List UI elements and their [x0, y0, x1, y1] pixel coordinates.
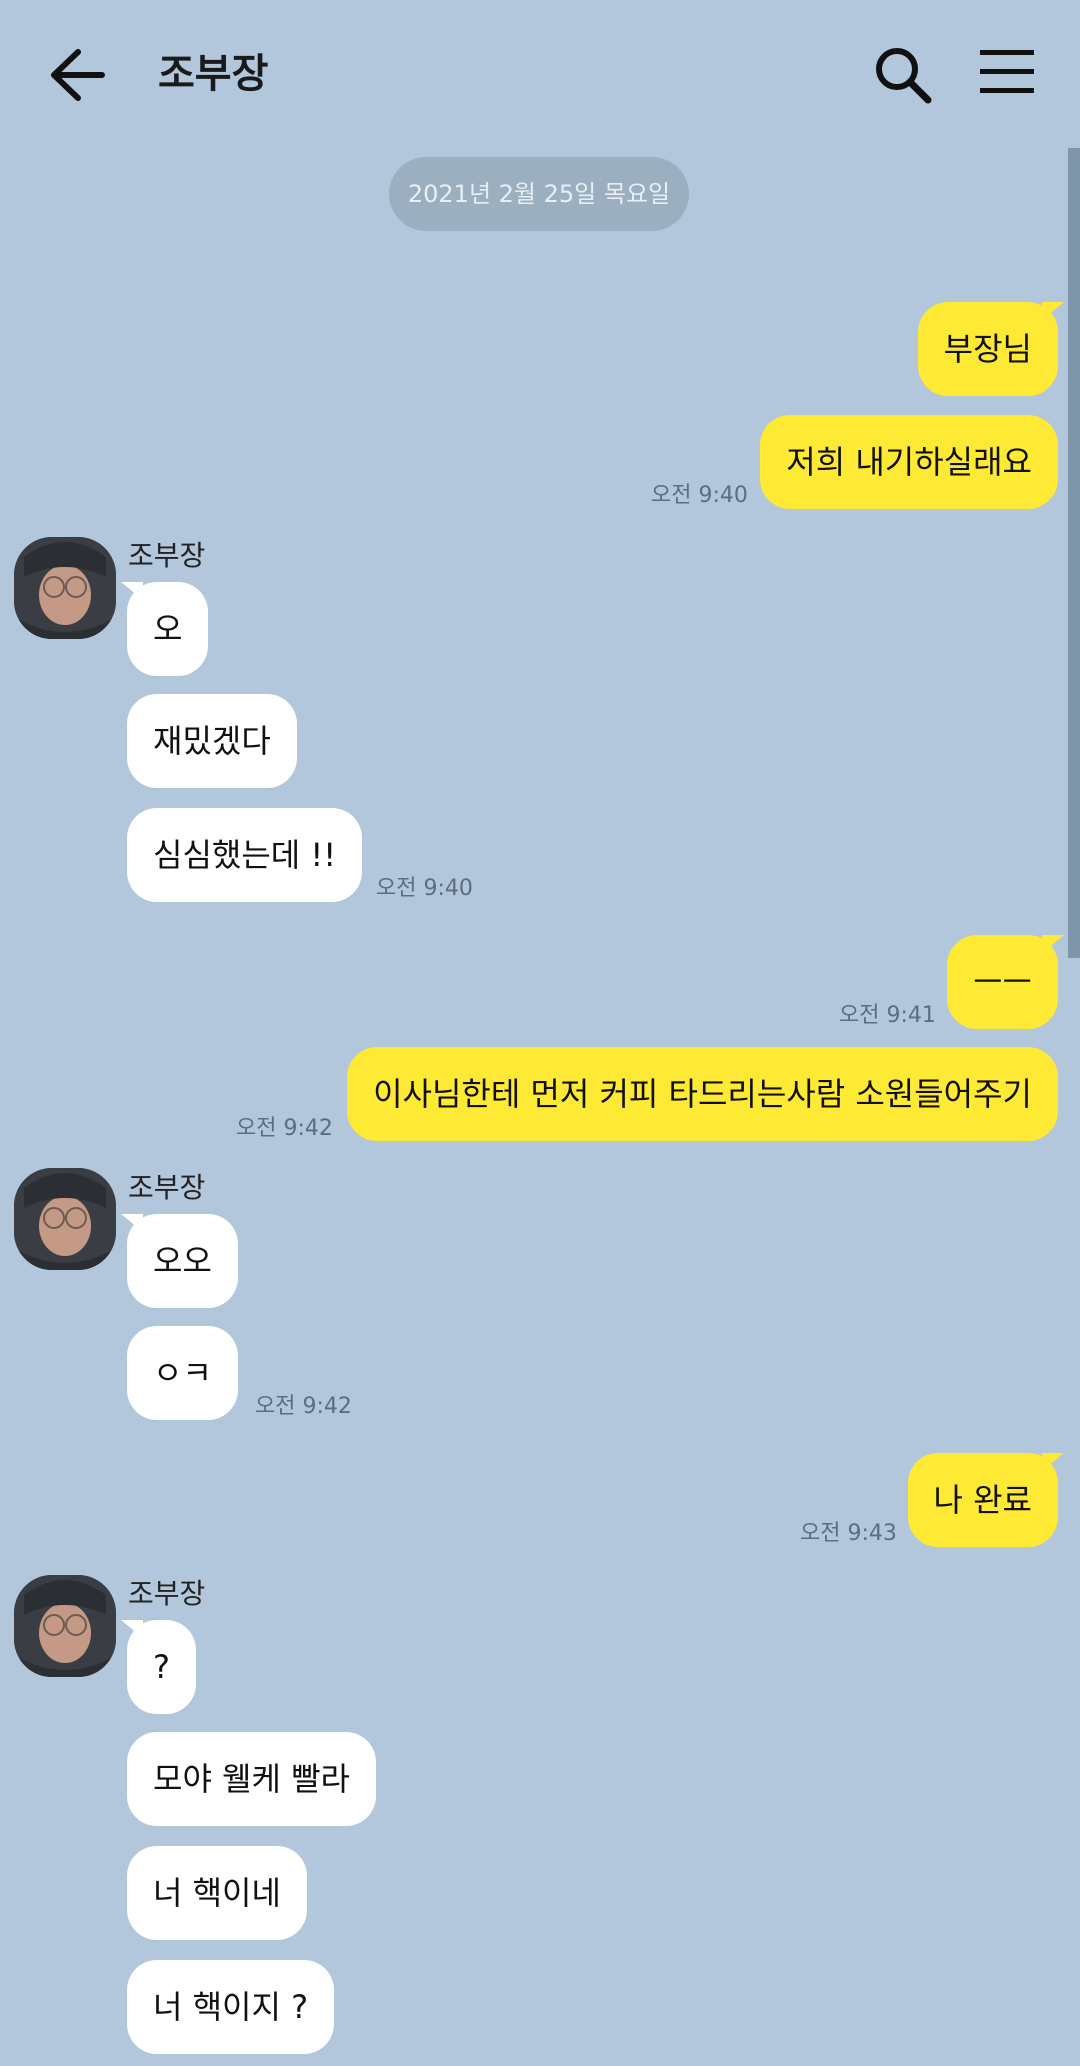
hamburger-menu-icon[interactable]: [980, 50, 1034, 94]
avatar[interactable]: [14, 1575, 116, 1677]
message-time: 오전 9:40: [651, 483, 748, 508]
search-icon[interactable]: [872, 44, 934, 106]
their-message[interactable]: 심심했는데 !!: [127, 808, 363, 902]
chat-title: 조부장: [158, 51, 269, 97]
their-message[interactable]: 너 핵이네: [127, 1846, 307, 1940]
their-message[interactable]: 너 핵이지 ?: [127, 1960, 335, 2054]
avatar[interactable]: [14, 1168, 116, 1270]
avatar-photo: [14, 1168, 116, 1270]
date-divider: 2021년 2월 25일 목요일: [389, 157, 689, 231]
message-time: 오전 9:42: [236, 1116, 333, 1141]
message-time: 오전 9:40: [376, 876, 473, 901]
sender-name: 조부장: [128, 1171, 206, 1204]
their-message[interactable]: 오오: [127, 1214, 238, 1308]
sender-name: 조부장: [128, 539, 206, 572]
message-time: 오전 9:41: [839, 1003, 936, 1028]
my-message[interactable]: 저희 내기하실래요: [760, 415, 1058, 509]
my-message[interactable]: 부장님: [917, 302, 1058, 396]
my-message[interactable]: 나 완료: [907, 1453, 1058, 1547]
my-message[interactable]: ㅡㅡ: [947, 935, 1058, 1029]
their-message[interactable]: 재밌겠다: [127, 694, 297, 788]
their-message[interactable]: ?: [127, 1620, 196, 1714]
message-time: 오전 9:42: [255, 1394, 352, 1419]
avatar-photo: [14, 1575, 116, 1677]
their-message[interactable]: 모야 웰케 빨라: [127, 1732, 376, 1826]
their-message[interactable]: ㅇㅋ: [127, 1326, 238, 1420]
avatar-photo: [14, 537, 116, 639]
message-time: 오전 9:43: [800, 1521, 897, 1546]
chat-header: 조부장: [0, 0, 1080, 148]
back-arrow-icon[interactable]: [44, 44, 110, 106]
my-message[interactable]: 이사님한테 먼저 커피 타드리는사람 소원들어주기: [347, 1047, 1058, 1141]
scrollbar[interactable]: [1068, 148, 1080, 958]
sender-name: 조부장: [128, 1577, 206, 1610]
avatar[interactable]: [14, 537, 116, 639]
